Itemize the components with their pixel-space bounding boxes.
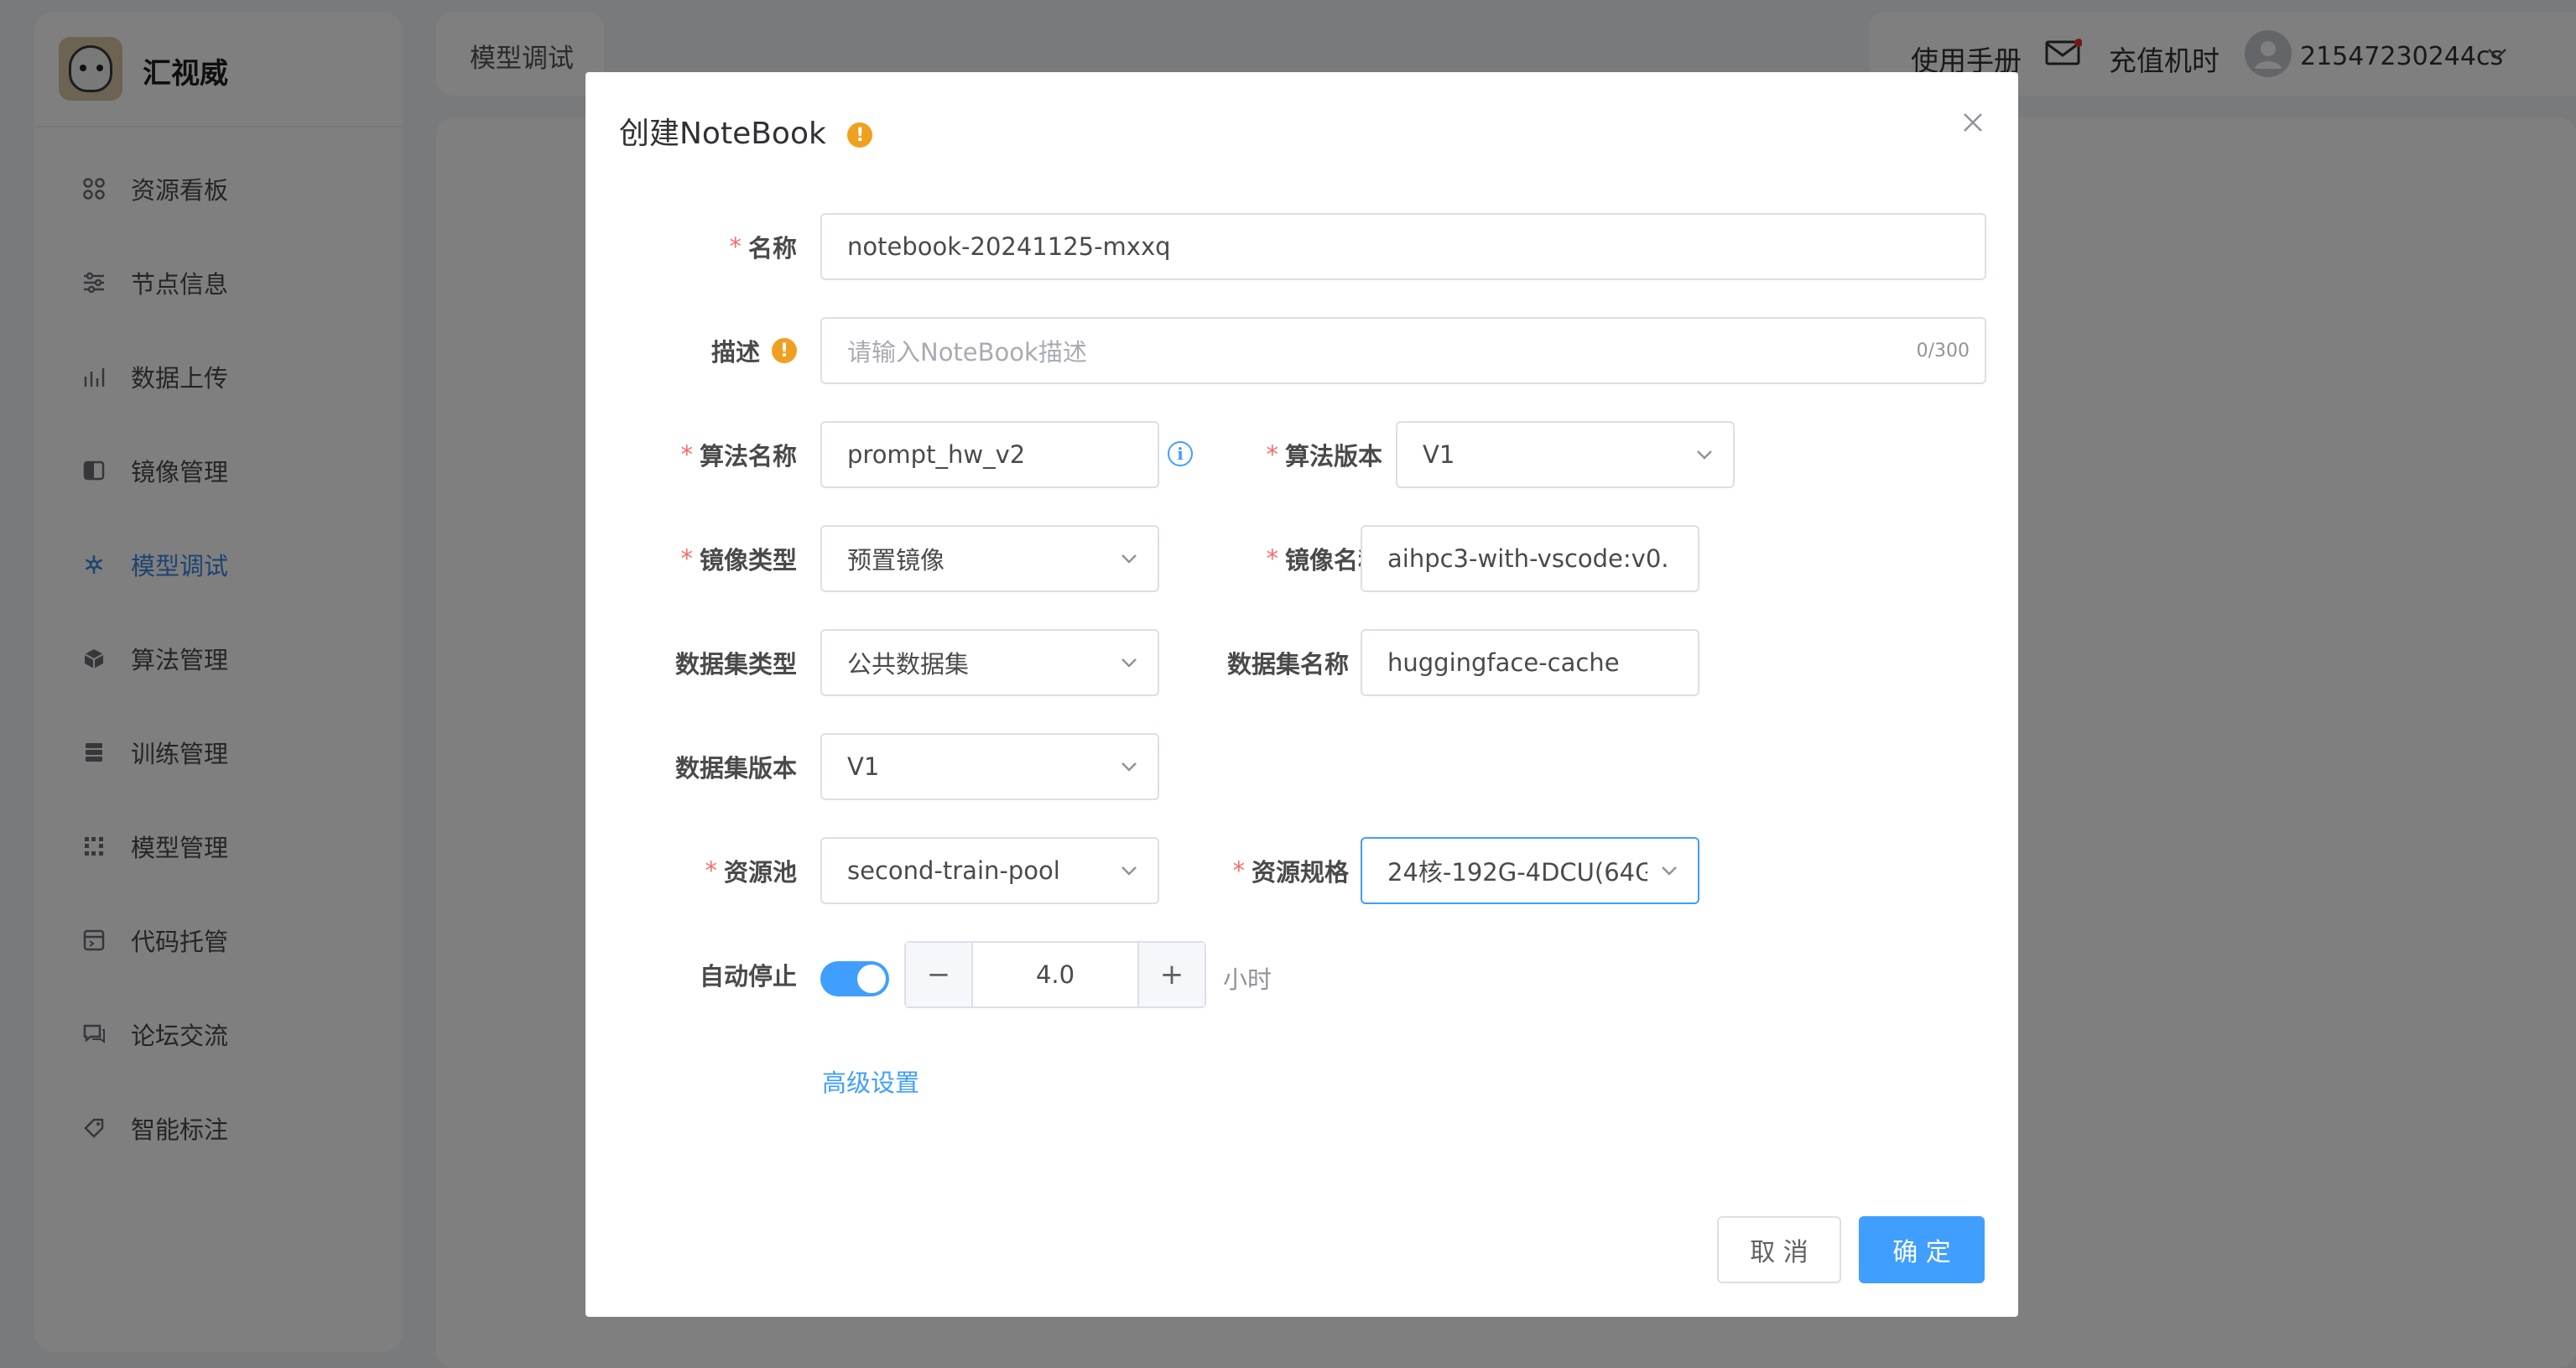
hours-stepper: − 4.0 + xyxy=(904,941,1206,1008)
dataset-type-value: 公共数据集 xyxy=(847,650,970,679)
warning-icon[interactable]: ! xyxy=(847,122,873,148)
required-mark: * xyxy=(1266,544,1278,573)
name-input[interactable]: notebook-20241125-mxxq xyxy=(820,213,1986,280)
dataset-version-label-text: 数据集版本 xyxy=(674,754,797,783)
algo-version-label-text: 算法版本 xyxy=(1284,442,1382,471)
pool-label-text: 资源池 xyxy=(723,858,797,887)
image-name-label: * 镜像名称 xyxy=(1206,525,1382,592)
algo-version-value: V1 xyxy=(1423,440,1455,469)
cancel-button[interactable]: 取 消 xyxy=(1717,1216,1841,1283)
hours-input[interactable]: 4.0 xyxy=(973,943,1137,1006)
dataset-type-select[interactable]: 公共数据集 xyxy=(820,629,1159,696)
required-mark: * xyxy=(680,544,693,573)
chevron-down-icon xyxy=(1697,450,1712,460)
required-mark: * xyxy=(680,440,693,469)
pool-select[interactable]: second-train-pool xyxy=(820,837,1159,904)
name-label: * 名称 xyxy=(619,213,797,280)
dialog-title-text: 创建NoteBook xyxy=(619,117,826,151)
create-notebook-dialog: 创建NoteBook ! * 名称 notebook-20241125-mxxq… xyxy=(585,72,2018,1317)
required-mark: * xyxy=(1232,856,1245,885)
algo-name-input[interactable]: prompt_hw_v2 xyxy=(820,421,1159,488)
chevron-down-icon xyxy=(1121,866,1137,876)
dataset-name-label-text: 数据集名称 xyxy=(1226,650,1349,679)
algo-version-select[interactable]: V1 xyxy=(1396,421,1735,488)
dataset-type-label: 数据集类型 xyxy=(619,629,797,696)
desc-label-text: 描述 xyxy=(710,338,760,367)
desc-input[interactable]: 请输入NoteBook描述 0/300 xyxy=(820,317,1986,384)
algo-name-label: * 算法名称 xyxy=(619,421,797,488)
dataset-type-label-text: 数据集类型 xyxy=(674,650,797,679)
algo-version-label: * 算法版本 xyxy=(1206,421,1382,488)
dataset-version-value: V1 xyxy=(847,752,880,781)
dataset-version-select[interactable]: V1 xyxy=(820,733,1159,800)
auto-stop-label: 自动停止 xyxy=(619,941,797,1008)
close-icon[interactable] xyxy=(1956,106,1990,139)
decrement-button[interactable]: − xyxy=(906,943,973,1006)
desc-label: 描述 ! xyxy=(619,317,797,384)
dialog-title: 创建NoteBook ! xyxy=(619,109,873,153)
desc-char-count: 0/300 xyxy=(1916,341,1970,362)
image-type-label-text: 镜像类型 xyxy=(699,546,797,575)
spec-select[interactable]: 24核-192G-4DCU(64GB xyxy=(1361,837,1699,904)
toggle-knob xyxy=(857,965,886,993)
desc-placeholder: 请输入NoteBook描述 xyxy=(847,338,1087,367)
spec-label: * 资源规格 xyxy=(1206,837,1349,904)
image-name-input[interactable]: aihpc3-with-vscode:v0. xyxy=(1361,525,1699,592)
spec-value: 24核-192G-4DCU(64GB xyxy=(1387,858,1647,887)
chevron-down-icon xyxy=(1121,658,1137,668)
chevron-down-icon xyxy=(1662,866,1677,876)
dataset-name-label: 数据集名称 xyxy=(1206,629,1349,696)
confirm-button[interactable]: 确 定 xyxy=(1859,1216,1985,1283)
auto-stop-label-text: 自动停止 xyxy=(699,962,797,991)
desc-warning-icon[interactable]: ! xyxy=(772,338,797,363)
chevron-down-icon xyxy=(1121,762,1137,772)
image-type-label: * 镜像类型 xyxy=(619,525,797,592)
dataset-version-label: 数据集版本 xyxy=(619,733,797,800)
name-label-text: 名称 xyxy=(747,234,797,263)
required-mark: * xyxy=(1266,440,1278,469)
spec-label-text: 资源规格 xyxy=(1251,858,1349,887)
chevron-down-icon xyxy=(1121,554,1137,564)
pool-value: second-train-pool xyxy=(847,856,1060,885)
auto-stop-toggle[interactable] xyxy=(820,961,889,996)
advanced-settings-link[interactable]: 高级设置 xyxy=(822,1064,919,1099)
required-mark: * xyxy=(729,232,742,261)
image-type-select[interactable]: 预置镜像 xyxy=(820,525,1159,592)
algo-name-label-text: 算法名称 xyxy=(699,442,797,471)
required-mark: * xyxy=(705,856,717,885)
image-type-value: 预置镜像 xyxy=(847,546,945,575)
increment-button[interactable]: + xyxy=(1137,943,1205,1006)
pool-label: * 资源池 xyxy=(619,837,797,904)
dataset-name-input[interactable]: huggingface-cache xyxy=(1361,629,1699,696)
info-icon[interactable]: i xyxy=(1168,441,1193,466)
hours-unit: 小时 xyxy=(1223,965,1272,994)
